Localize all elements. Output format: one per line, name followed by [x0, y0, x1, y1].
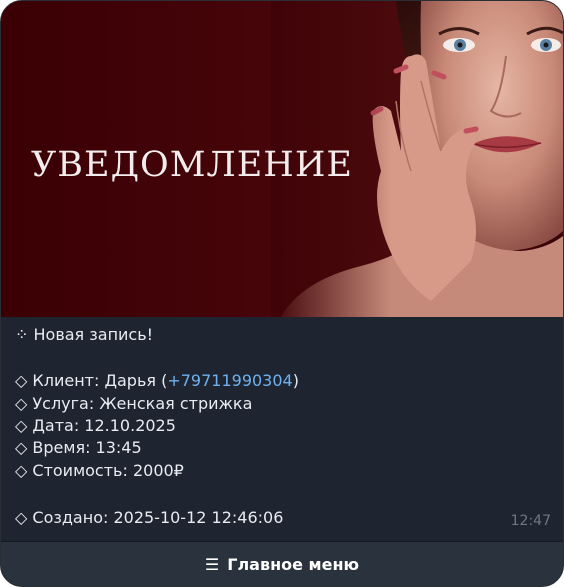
main-menu-button[interactable]: ☰ Главное меню	[1, 541, 563, 586]
menu-icon: ☰	[204, 555, 220, 574]
client-line: ◇ Клиент: Дарья (+79711990304)	[15, 370, 299, 392]
banner-title: УВЕДОМЛЕНИЕ	[31, 145, 353, 185]
date-line: ◇ Дата: 12.10.2025	[15, 416, 176, 435]
message-header: ⁘ Новая запись!	[15, 325, 154, 344]
client-phone-link[interactable]: +79711990304	[167, 371, 292, 390]
price-line: ◇ Стоимость: 2000₽	[15, 461, 184, 480]
client-close-paren: )	[292, 371, 299, 390]
main-menu-label: Главное меню	[227, 555, 360, 574]
chat-message-card: УВЕДОМЛЕНИЕ ⁘ Новая запись! ◇ Клиент: Да…	[0, 0, 564, 587]
time-line: ◇ Время: 13:45	[15, 438, 142, 457]
service-line: ◇ Услуга: Женская стрижка	[15, 394, 253, 413]
client-label: ◇ Клиент: Дарья (	[15, 371, 168, 390]
message-timestamp: 12:47	[510, 513, 551, 529]
created-line: ◇ Создано: 2025-10-12 12:46:06	[15, 508, 284, 527]
notification-banner-image: УВЕДОМЛЕНИЕ	[1, 1, 563, 317]
message-body: ⁘ Новая запись! ◇ Клиент: Дарья (+797119…	[1, 317, 563, 539]
